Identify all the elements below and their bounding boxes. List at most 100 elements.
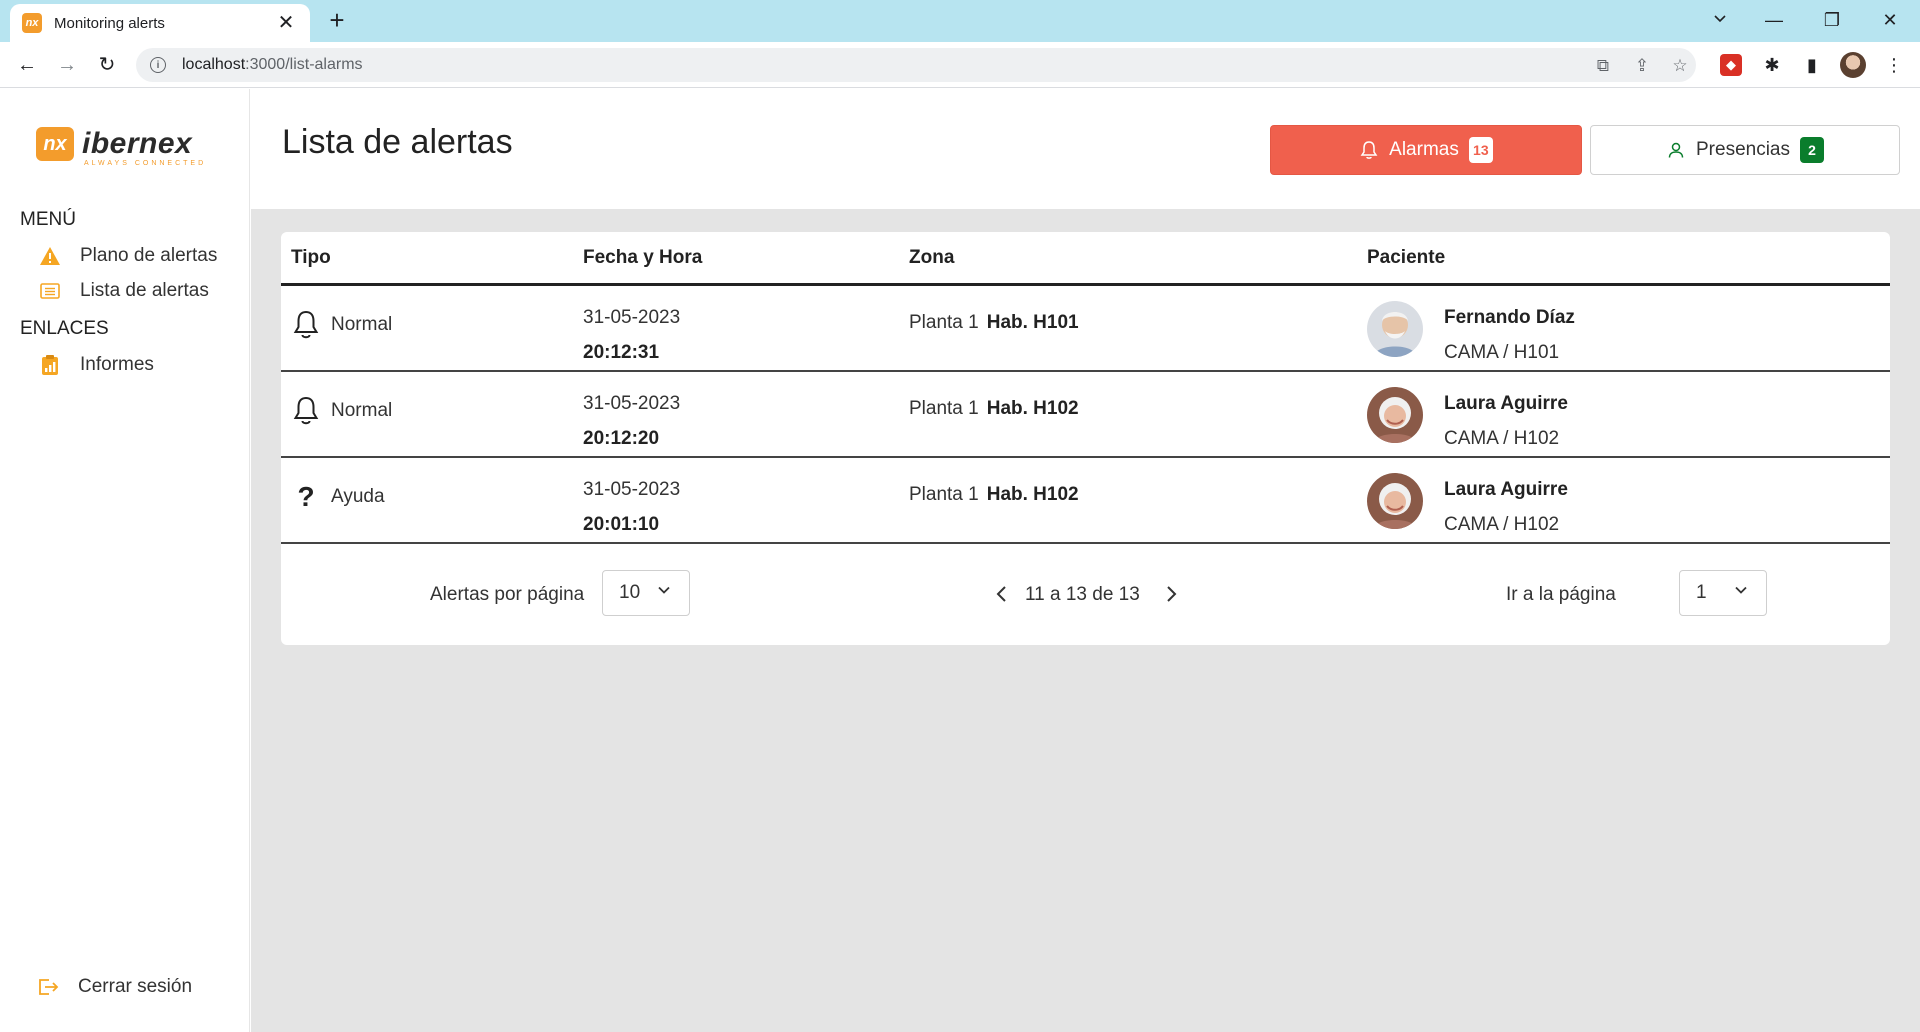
- close-window-icon[interactable]: ✕: [1870, 4, 1910, 36]
- per-page-select[interactable]: 10: [602, 570, 690, 616]
- patient-name: Laura Aguirre: [1444, 479, 1568, 500]
- logo-mark: nx: [36, 127, 74, 161]
- reload-icon[interactable]: ↻: [92, 50, 122, 80]
- tipo-label: Normal: [331, 314, 393, 335]
- patient-name: Fernando Díaz: [1444, 307, 1575, 328]
- logout-button[interactable]: Cerrar sesión: [36, 975, 192, 999]
- column-header-tipo: Tipo: [291, 247, 331, 268]
- page-title: Lista de alertas: [282, 123, 513, 161]
- page-range-text: 11 a 13 de 13: [1025, 584, 1140, 605]
- fecha-cell: 31-05-2023 20:12:31: [583, 300, 680, 370]
- tipo-cell: ? Ayuda: [291, 480, 385, 514]
- tipo-cell: Normal: [291, 308, 392, 342]
- alerts-table-card: Tipo Fecha y Hora Zona Paciente Normal 3…: [281, 232, 1890, 645]
- presences-button[interactable]: Presencias 2: [1590, 125, 1900, 175]
- user-icon: [1666, 140, 1686, 160]
- translate-icon[interactable]: ⧉: [1592, 56, 1614, 76]
- next-page-icon[interactable]: [1161, 584, 1181, 604]
- bell-icon: [291, 394, 321, 428]
- patient-bed: CAMA / H102: [1444, 428, 1560, 449]
- browser-toolbar: ← → ↻ i localhost:3000/list-alarms ⧉ ⇪ ☆…: [0, 42, 1920, 88]
- browser-tab-strip: nx Monitoring alerts ✕ + — ❐ ✕: [0, 0, 1920, 42]
- column-header-fecha: Fecha y Hora: [583, 247, 703, 268]
- tipo-label: Normal: [331, 400, 393, 421]
- goto-page-label: Ir a la página: [1506, 584, 1616, 605]
- fecha-time: 20:12:20: [583, 428, 660, 449]
- extension-icon[interactable]: ◆: [1720, 54, 1742, 76]
- column-header-paciente: Paciente: [1367, 247, 1446, 268]
- tipo-cell: Normal: [291, 394, 392, 428]
- paciente-cell: Laura Aguirre CAMA / H102: [1444, 386, 1568, 456]
- forward-icon[interactable]: →: [52, 50, 82, 80]
- zona-cell: Planta 1 Hab. H101: [909, 312, 1079, 334]
- browser-menu-icon[interactable]: ⋮: [1881, 52, 1907, 78]
- presences-label: Presencias: [1696, 139, 1790, 160]
- sidebar: nx ibernex ALWAYS CONNECTED MENÚ Plano d…: [0, 89, 250, 1032]
- previous-page-icon[interactable]: [992, 584, 1012, 604]
- zona-planta: Planta 1: [909, 398, 979, 419]
- logout-label: Cerrar sesión: [78, 976, 193, 997]
- back-icon[interactable]: ←: [12, 50, 42, 80]
- sidebar-item-plano-de-alertas[interactable]: Plano de alertas: [38, 244, 217, 268]
- bell-icon: [291, 308, 321, 342]
- favicon-icon: nx: [22, 13, 42, 33]
- zona-hab: Hab. H102: [986, 398, 1079, 419]
- fecha-date: 31-05-2023: [583, 479, 681, 500]
- goto-page-select[interactable]: 1: [1679, 570, 1767, 616]
- profile-avatar-icon[interactable]: [1840, 52, 1866, 78]
- bell-icon: [1359, 140, 1379, 160]
- patient-bed: CAMA / H101: [1444, 342, 1560, 363]
- bookmark-star-icon[interactable]: ☆: [1669, 56, 1691, 76]
- side-panel-icon[interactable]: ▮: [1799, 52, 1825, 78]
- main-content: Lista de alertas Alarmas 13 Presencias 2…: [251, 89, 1920, 1032]
- paciente-cell: Fernando Díaz CAMA / H101: [1444, 300, 1575, 370]
- sidebar-item-label: Informes: [80, 354, 154, 375]
- fecha-date: 31-05-2023: [583, 393, 681, 414]
- share-icon[interactable]: ⇪: [1631, 56, 1653, 76]
- sidebar-item-label: Lista de alertas: [80, 280, 209, 301]
- new-tab-icon[interactable]: +: [323, 7, 351, 35]
- address-bar[interactable]: i localhost:3000/list-alarms ⧉ ⇪ ☆: [136, 48, 1696, 82]
- zona-cell: Planta 1 Hab. H102: [909, 484, 1079, 506]
- patient-avatar: [1367, 301, 1423, 357]
- list-icon: [38, 279, 62, 303]
- sidebar-item-informes[interactable]: Informes: [38, 353, 154, 377]
- patient-bed: CAMA / H102: [1444, 514, 1560, 535]
- alarms-label: Alarmas: [1389, 139, 1459, 160]
- url-text: localhost:3000/list-alarms: [182, 56, 363, 73]
- warning-icon: [38, 244, 62, 268]
- close-tab-icon[interactable]: ✕: [274, 11, 298, 35]
- restore-icon[interactable]: ❐: [1812, 4, 1852, 36]
- alarms-count-badge: 13: [1468, 137, 1493, 163]
- extensions-puzzle-icon[interactable]: ✱: [1759, 52, 1785, 78]
- goto-page-value: 1: [1696, 582, 1707, 603]
- menu-section-title: MENÚ: [20, 209, 76, 230]
- fecha-cell: 31-05-2023 20:01:10: [583, 472, 680, 542]
- fecha-cell: 31-05-2023 20:12:20: [583, 386, 680, 456]
- zona-hab: Hab. H102: [986, 484, 1079, 505]
- table-row[interactable]: ? Ayuda 31-05-2023 20:01:10 Planta 1 Hab.…: [281, 458, 1890, 544]
- minimize-icon[interactable]: —: [1754, 4, 1794, 36]
- fecha-time: 20:01:10: [583, 514, 660, 535]
- fecha-date: 31-05-2023: [583, 307, 681, 328]
- tab-search-icon[interactable]: [1700, 4, 1740, 36]
- column-header-zona: Zona: [909, 247, 955, 268]
- logo-text: ibernex: [82, 127, 193, 160]
- patient-avatar: [1367, 473, 1423, 529]
- site-info-icon[interactable]: i: [150, 57, 166, 73]
- page-header: Lista de alertas Alarmas 13 Presencias 2: [251, 89, 1920, 209]
- presences-count-badge: 2: [1800, 137, 1824, 163]
- tab-title: Monitoring alerts: [54, 14, 165, 32]
- chevron-down-icon: [1735, 586, 1747, 594]
- sidebar-item-lista-de-alertas[interactable]: Lista de alertas: [38, 279, 209, 303]
- question-icon: ?: [297, 481, 315, 512]
- alarms-button[interactable]: Alarmas 13: [1270, 125, 1582, 175]
- zona-cell: Planta 1 Hab. H102: [909, 398, 1079, 420]
- ibernex-logo[interactable]: nx ibernex ALWAYS CONNECTED: [36, 127, 203, 167]
- table-row[interactable]: Normal 31-05-2023 20:12:20 Planta 1 Hab. …: [281, 372, 1890, 458]
- logout-icon: [36, 975, 60, 999]
- browser-tab[interactable]: nx Monitoring alerts ✕: [10, 4, 310, 42]
- patient-avatar: [1367, 387, 1423, 443]
- tipo-label: Ayuda: [331, 486, 385, 507]
- table-row[interactable]: Normal 31-05-2023 20:12:31 Planta 1 Hab. …: [281, 286, 1890, 372]
